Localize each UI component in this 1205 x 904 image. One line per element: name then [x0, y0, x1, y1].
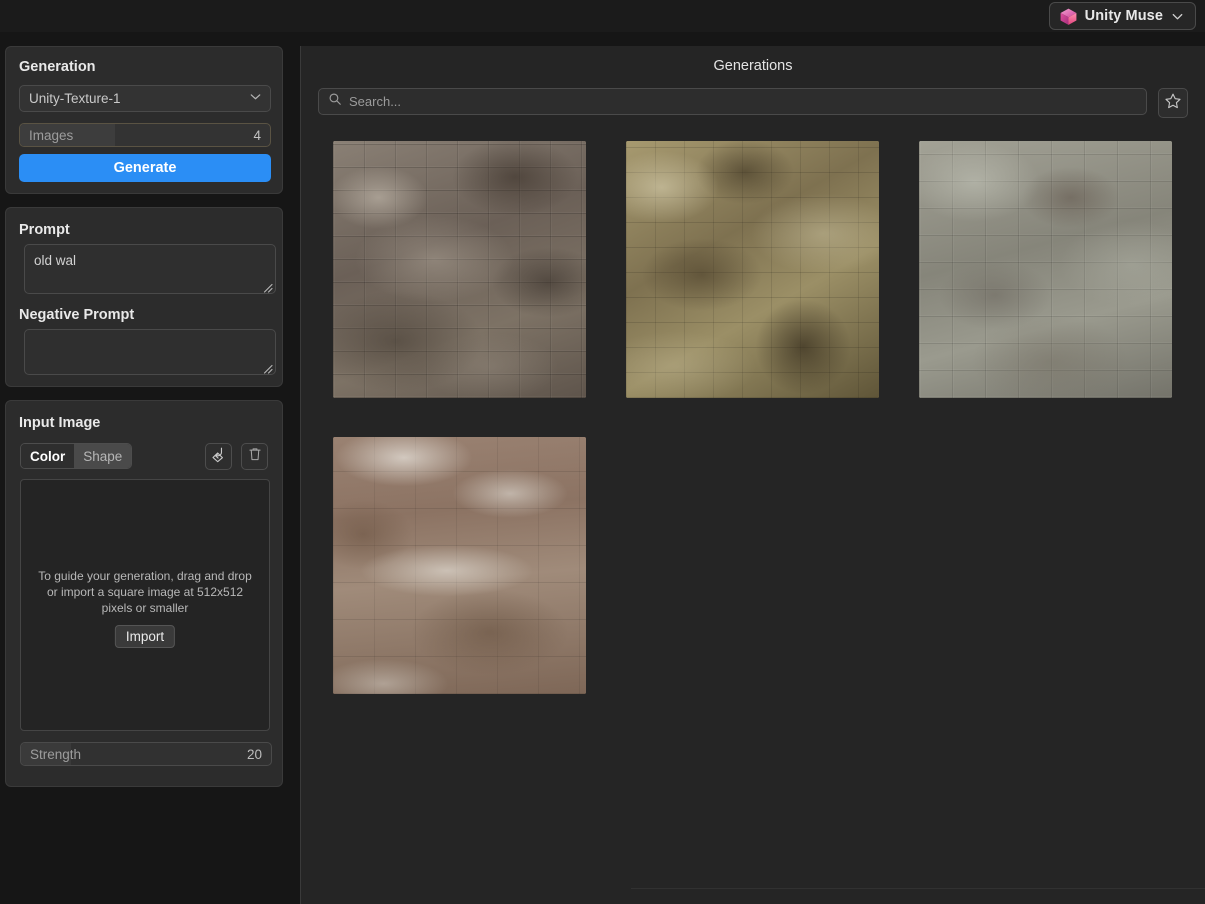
- negative-prompt-title: Negative Prompt: [19, 307, 135, 323]
- generation-thumbnail-1[interactable]: [333, 141, 586, 398]
- strength-slider[interactable]: Strength 20: [20, 742, 272, 766]
- chevron-down-icon: [1170, 9, 1185, 24]
- delete-button[interactable]: [241, 443, 268, 470]
- generations-grid: [333, 141, 1193, 694]
- texture-preview: [333, 141, 586, 398]
- images-count-slider[interactable]: Images 4: [19, 123, 271, 147]
- tab-color[interactable]: Color: [21, 444, 75, 468]
- model-select[interactable]: Unity-Texture-1: [19, 85, 271, 112]
- images-value: 4: [253, 127, 261, 143]
- generation-thumbnail-4[interactable]: [333, 437, 586, 694]
- top-bar: Unity Muse: [0, 0, 1205, 32]
- generate-button[interactable]: Generate: [19, 154, 271, 182]
- dropzone-instructions: To guide your generation, drag and drop …: [38, 569, 252, 615]
- texture-preview: [626, 141, 879, 398]
- unity-muse-cube-icon: [1059, 7, 1078, 26]
- import-button[interactable]: Import: [114, 625, 176, 648]
- search-icon: [328, 92, 342, 111]
- prompt-title: Prompt: [19, 222, 70, 238]
- trash-icon: [247, 446, 263, 467]
- resize-grip-icon[interactable]: [262, 361, 273, 374]
- paint-bucket-button[interactable]: [205, 443, 232, 470]
- input-image-panel: Input Image Color Shape To guide your ge…: [5, 400, 283, 787]
- resize-grip-icon[interactable]: [262, 280, 273, 293]
- negative-prompt-input[interactable]: [24, 329, 276, 375]
- texture-preview: [333, 437, 586, 694]
- unity-muse-texture-window: Unity Muse Generation Unity-Texture-1 Im…: [0, 0, 1205, 904]
- generation-thumbnail-2[interactable]: [626, 141, 879, 398]
- generation-thumbnail-3[interactable]: [919, 141, 1172, 398]
- search-input[interactable]: Search...: [318, 88, 1147, 115]
- unity-muse-label: Unity Muse: [1084, 8, 1163, 24]
- generation-panel-title: Generation: [19, 59, 96, 75]
- prompt-input[interactable]: old wal: [24, 244, 276, 294]
- input-image-mode-tabs: Color Shape: [20, 443, 133, 469]
- generation-panel: Generation Unity-Texture-1 Images 4 Gene…: [5, 46, 283, 194]
- input-image-dropzone[interactable]: To guide your generation, drag and drop …: [20, 479, 270, 731]
- images-label: Images: [29, 127, 74, 143]
- input-image-title: Input Image: [19, 415, 101, 431]
- tab-shape[interactable]: Shape: [74, 444, 132, 468]
- generations-title: Generations: [713, 58, 793, 74]
- chevron-down-icon: [248, 89, 263, 109]
- panel-divider: [631, 888, 1205, 889]
- texture-preview: [919, 141, 1172, 398]
- favorites-filter-button[interactable]: [1158, 88, 1188, 118]
- model-select-value: Unity-Texture-1: [29, 91, 121, 106]
- strength-value: 20: [246, 746, 262, 762]
- prompt-panel: Prompt old wal Negative Prompt: [5, 207, 283, 387]
- strength-label: Strength: [30, 746, 82, 762]
- paint-bucket-icon: [210, 446, 227, 468]
- unity-muse-menu-button[interactable]: Unity Muse: [1048, 2, 1196, 30]
- generations-panel: Generations Search...: [300, 46, 1205, 904]
- search-placeholder: Search...: [349, 94, 402, 109]
- prompt-input-value: old wal: [34, 253, 77, 268]
- star-icon: [1164, 92, 1182, 115]
